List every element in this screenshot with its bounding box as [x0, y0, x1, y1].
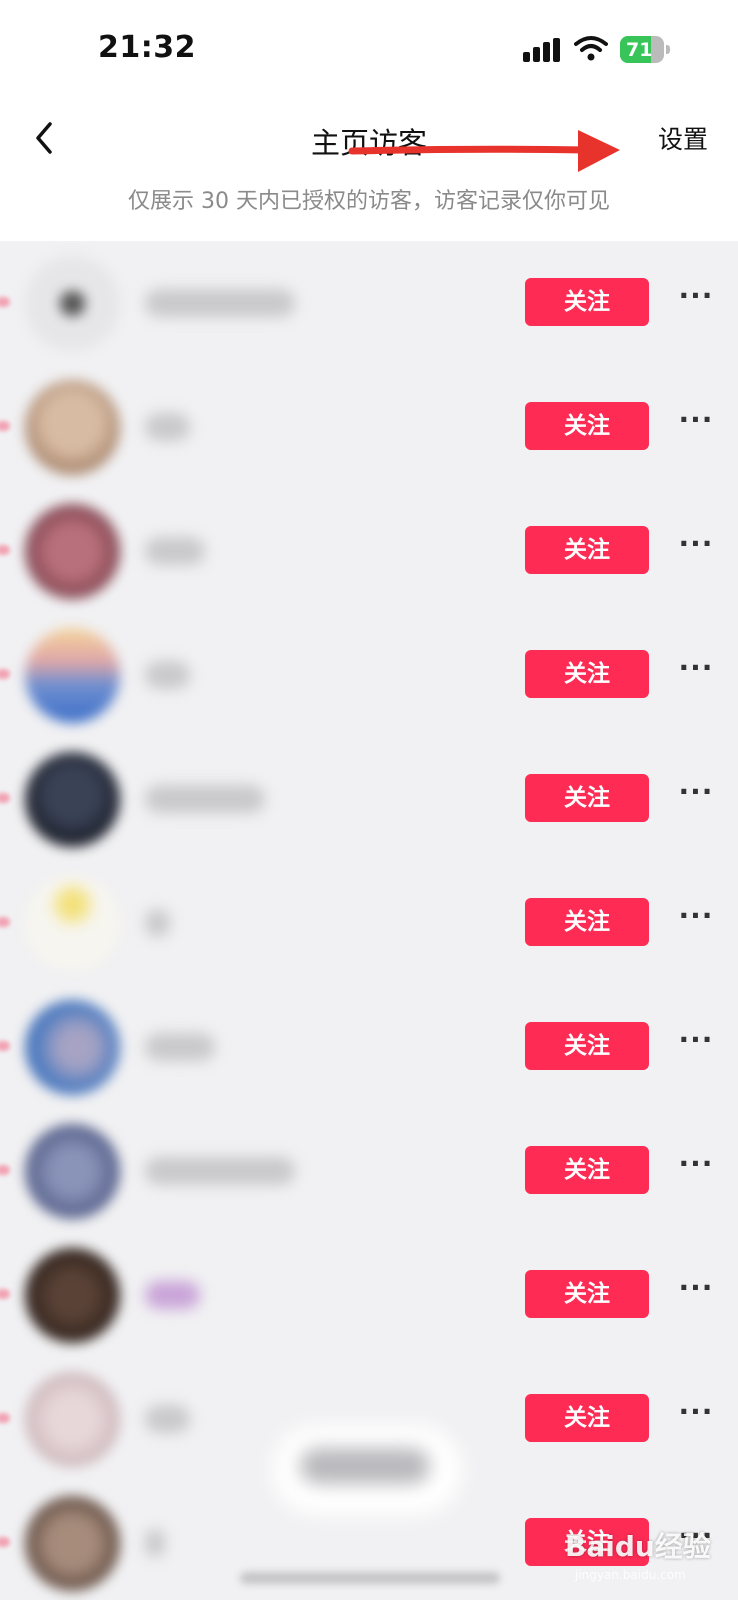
more-options-button[interactable]: ··· — [678, 406, 714, 437]
watermark-url: jingyan.baidu.com — [575, 1568, 686, 1582]
battery-level: 71 — [626, 39, 653, 61]
username-blurred — [145, 413, 190, 441]
unread-marker — [0, 545, 10, 555]
settings-button[interactable]: 设置 — [658, 120, 708, 156]
list-item[interactable]: 关注 ··· — [0, 737, 738, 861]
list-item[interactable]: 关注 ··· — [0, 985, 738, 1109]
unread-marker — [0, 1289, 10, 1299]
avatar[interactable] — [25, 876, 120, 971]
more-options-button[interactable]: ··· — [678, 1274, 714, 1305]
follow-button[interactable]: 关注 — [525, 1146, 649, 1194]
list-item[interactable]: 关注 ··· — [0, 861, 738, 985]
avatar[interactable] — [25, 380, 120, 475]
username-blurred — [145, 1033, 215, 1061]
username-blurred — [145, 909, 170, 937]
username-blurred — [145, 537, 205, 565]
avatar[interactable] — [25, 1124, 120, 1219]
username-blurred — [145, 785, 265, 813]
unread-marker — [0, 669, 10, 679]
battery-icon: 71 — [620, 36, 670, 63]
username-blurred — [145, 661, 190, 689]
avatar[interactable] — [25, 1000, 120, 1095]
list-item[interactable]: 关注 ··· — [0, 241, 738, 365]
username-blurred — [145, 1529, 165, 1557]
follow-button[interactable]: 关注 — [525, 1394, 649, 1442]
more-options-button[interactable]: ··· — [678, 1398, 714, 1429]
follow-button[interactable]: 关注 — [525, 650, 649, 698]
watermark-logo: Baidu经验 — [565, 1530, 711, 1563]
follow-button[interactable]: 关注 — [525, 774, 649, 822]
visitor-list: 关注 ··· 关注 ··· 关注 ··· 关注 ··· 关注 ··· 关注 ··… — [0, 241, 738, 1600]
follow-button[interactable]: 关注 — [525, 1270, 649, 1318]
unread-marker — [0, 1041, 10, 1051]
avatar[interactable] — [25, 1496, 120, 1591]
more-options-button[interactable]: ··· — [678, 282, 714, 313]
more-options-button[interactable]: ··· — [678, 1026, 714, 1057]
list-item[interactable]: 关注 ··· — [0, 613, 738, 737]
status-time: 21:32 — [98, 30, 196, 65]
more-options-button[interactable]: ··· — [678, 1150, 714, 1181]
floating-overlay-content — [300, 1448, 430, 1484]
avatar[interactable] — [25, 752, 120, 847]
list-item[interactable]: 关注 ··· — [0, 489, 738, 613]
avatar[interactable] — [25, 256, 120, 351]
list-item[interactable]: 关注 ··· — [0, 1233, 738, 1357]
more-options-button[interactable]: ··· — [678, 778, 714, 809]
avatar[interactable] — [25, 1372, 120, 1467]
avatar[interactable] — [25, 628, 120, 723]
wifi-icon — [574, 36, 608, 61]
more-options-button[interactable]: ··· — [678, 530, 714, 561]
list-item[interactable]: 关注 ··· — [0, 1109, 738, 1233]
follow-button[interactable]: 关注 — [525, 1022, 649, 1070]
unread-marker — [0, 1413, 10, 1423]
username-blurred — [145, 1281, 200, 1309]
unread-marker — [0, 421, 10, 431]
signal-icon — [523, 38, 563, 62]
username-blurred — [145, 1157, 295, 1185]
username-blurred — [145, 1405, 190, 1433]
unread-marker — [0, 297, 10, 307]
follow-button[interactable]: 关注 — [525, 402, 649, 450]
status-bar: 21:32 71 — [0, 0, 738, 100]
avatar[interactable] — [25, 504, 120, 599]
avatar[interactable] — [25, 1248, 120, 1343]
follow-button[interactable]: 关注 — [525, 278, 649, 326]
more-options-button[interactable]: ··· — [678, 654, 714, 685]
follow-button[interactable]: 关注 — [525, 898, 649, 946]
unread-marker — [0, 917, 10, 927]
more-options-button[interactable]: ··· — [678, 902, 714, 933]
home-indicator — [240, 1572, 500, 1584]
page-title: 主页访客 — [310, 126, 427, 160]
unread-marker — [0, 1537, 10, 1547]
page-subtitle: 仅展示 30 天内已授权的访客，访客记录仅你可见 — [128, 189, 610, 214]
username-blurred — [145, 289, 295, 317]
follow-button[interactable]: 关注 — [525, 526, 649, 574]
unread-marker — [0, 1165, 10, 1175]
unread-marker — [0, 793, 10, 803]
nav-header: 主页访客 设置 仅展示 30 天内已授权的访客，访客记录仅你可见 — [0, 100, 738, 240]
list-item[interactable]: 关注 ··· — [0, 365, 738, 489]
